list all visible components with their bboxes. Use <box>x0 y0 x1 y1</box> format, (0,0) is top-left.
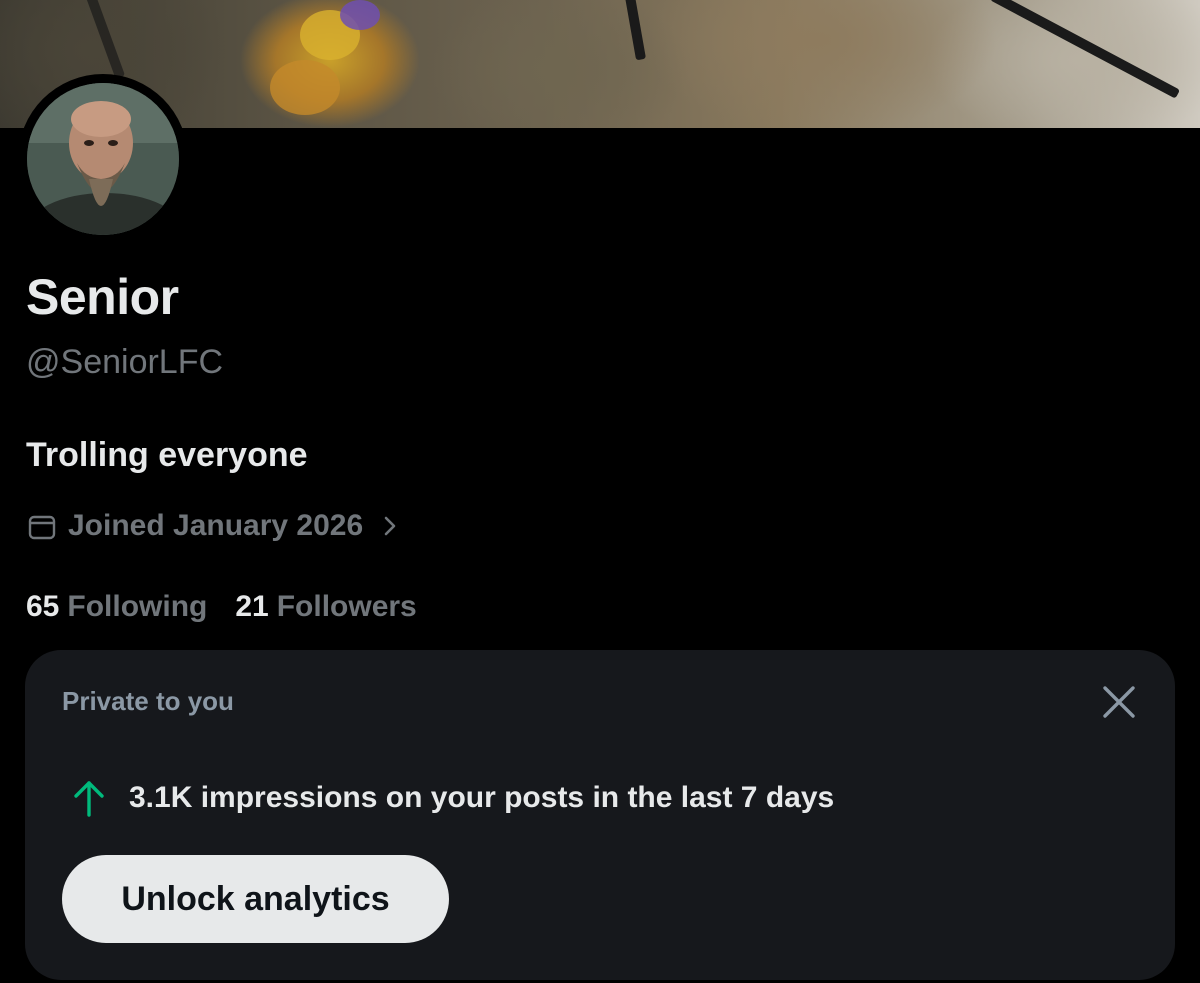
calendar-icon <box>28 515 56 540</box>
followers-label: Followers <box>276 590 417 623</box>
followers-count: 21 <box>235 590 269 623</box>
join-date: Joined January 2026 <box>68 509 364 542</box>
banner-detail <box>84 0 126 79</box>
private-label: Private to you <box>62 686 234 716</box>
unlock-analytics-button[interactable]: Unlock analytics <box>62 855 449 943</box>
banner-detail <box>623 0 647 61</box>
join-date-link[interactable]: Joined January 2026 <box>26 505 401 547</box>
following-label: Following <box>67 590 208 623</box>
chevron-right-icon <box>384 516 396 536</box>
profile-banner[interactable] <box>0 0 1200 128</box>
impressions-summary: 3.1K impressions on your posts in the la… <box>71 776 834 820</box>
banner-detail <box>989 0 1181 99</box>
banner-detail <box>340 0 380 30</box>
analytics-card: Private to you 3.1K impressions on your … <box>25 650 1175 980</box>
close-button[interactable] <box>1099 682 1139 722</box>
avatar[interactable] <box>27 83 179 235</box>
follow-stats: 65 Following 21 Followers <box>26 590 417 624</box>
followers-link[interactable]: 21 Followers <box>235 590 416 624</box>
following-link[interactable]: 65 Following <box>26 590 207 624</box>
display-name: Senior <box>26 269 179 325</box>
profile-bio: Trolling everyone <box>26 436 308 474</box>
username-handle: @SeniorLFC <box>26 343 224 381</box>
impressions-text: 3.1K impressions on your posts in the la… <box>129 781 835 814</box>
banner-detail <box>270 60 340 115</box>
arrow-up-icon <box>74 781 104 817</box>
following-count: 65 <box>26 590 60 623</box>
avatar-image <box>27 83 179 235</box>
close-icon <box>1103 686 1135 718</box>
